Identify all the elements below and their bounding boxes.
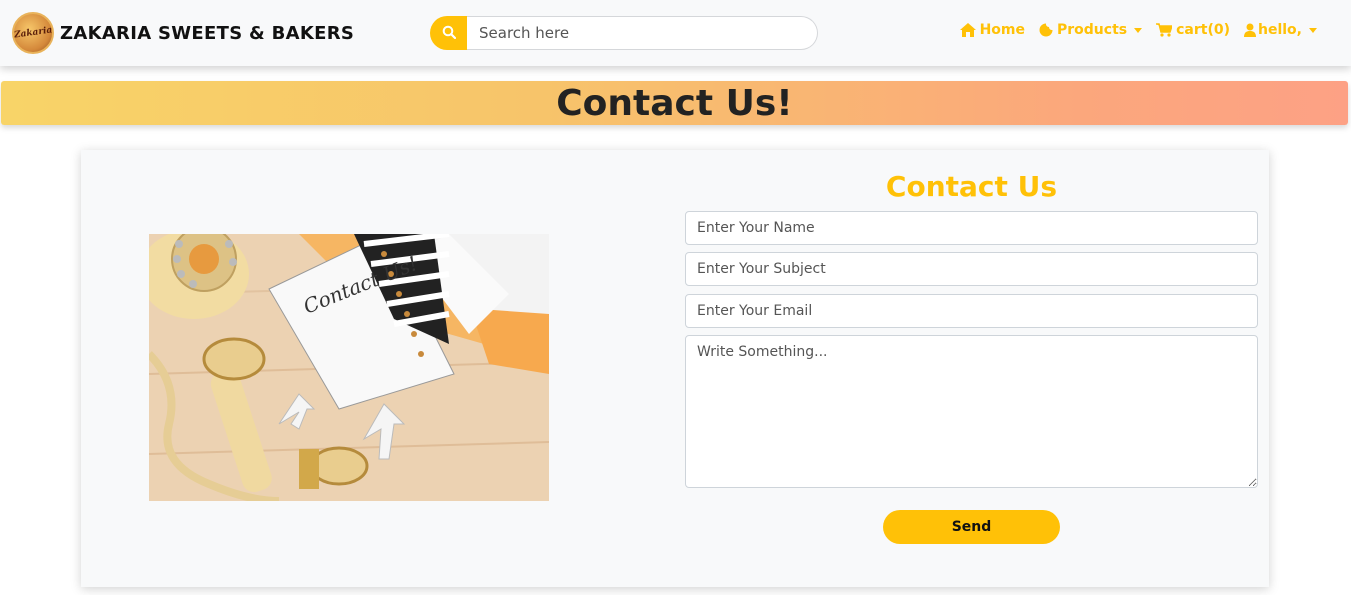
search-bar xyxy=(430,16,818,50)
message-field[interactable] xyxy=(685,335,1258,488)
send-button[interactable]: Send xyxy=(883,510,1060,544)
nav-links: Home Products cart(0) hello, xyxy=(946,22,1317,38)
search-button[interactable] xyxy=(430,16,467,50)
chevron-down-icon xyxy=(1309,27,1317,33)
page-title: Contact Us! xyxy=(556,82,793,124)
contact-card: Contact Us! Contact Us Send xyxy=(81,150,1269,587)
contact-photo: Contact Us! xyxy=(149,234,549,501)
home-icon xyxy=(959,23,976,37)
nav-user[interactable]: hello, xyxy=(1244,22,1317,38)
nav-products[interactable]: Products xyxy=(1039,22,1143,38)
contact-form-title: Contact Us xyxy=(885,170,1058,203)
logo-text: Zakaria xyxy=(13,25,53,41)
nav-cart-label: cart(0) xyxy=(1176,22,1230,38)
chevron-down-icon xyxy=(1134,27,1143,33)
nav-user-label: hello, xyxy=(1258,22,1302,38)
brand-logo[interactable]: Zakaria xyxy=(12,12,54,54)
name-field[interactable] xyxy=(685,211,1258,245)
subject-field[interactable] xyxy=(685,252,1258,286)
nav-home-label: Home xyxy=(979,22,1025,38)
nav-home[interactable]: Home xyxy=(959,22,1025,38)
brand[interactable]: Zakaria ZAKARIA SWEETS & BAKERS xyxy=(12,12,354,54)
brand-name[interactable]: ZAKARIA SWEETS & BAKERS xyxy=(60,23,354,44)
navbar: Zakaria ZAKARIA SWEETS & BAKERS Home xyxy=(0,0,1351,66)
cart-icon xyxy=(1156,23,1173,37)
nav-cart[interactable]: cart(0) xyxy=(1156,22,1230,38)
user-icon xyxy=(1244,23,1258,37)
email-field[interactable] xyxy=(685,294,1258,328)
search-input[interactable] xyxy=(467,16,818,50)
page-banner: Contact Us! xyxy=(1,81,1348,125)
search-icon xyxy=(442,24,456,43)
cookie-icon xyxy=(1039,23,1053,37)
nav-products-label: Products xyxy=(1057,22,1128,38)
